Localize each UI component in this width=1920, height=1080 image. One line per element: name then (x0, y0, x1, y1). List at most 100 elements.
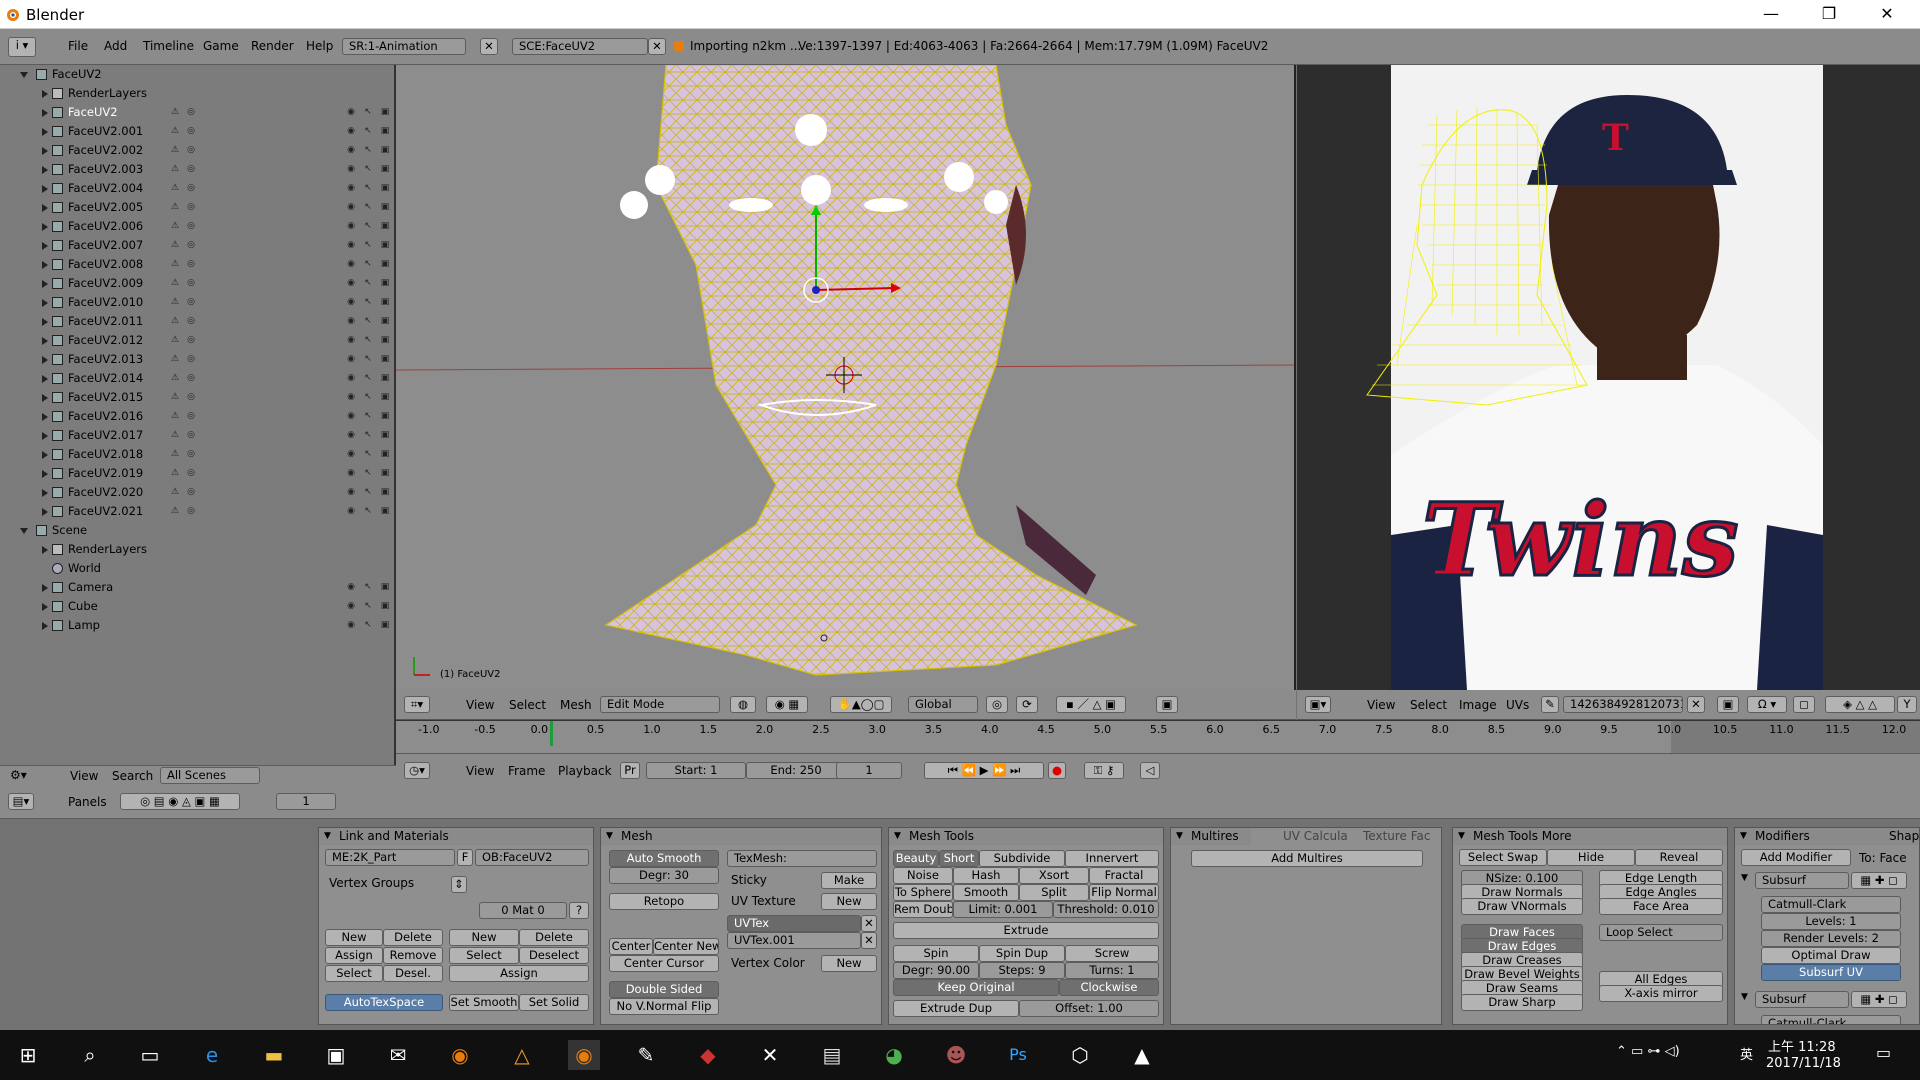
menu-file[interactable]: File (68, 39, 88, 53)
selectable-arrow-icon[interactable]: ↖ (363, 373, 373, 383)
modifier-icon[interactable]: ⚠ (170, 145, 180, 155)
store-icon[interactable]: ▣ (320, 1040, 352, 1070)
timeline-menu-view[interactable]: View (466, 764, 494, 778)
visibility-eye-icon[interactable]: ◉ (346, 240, 356, 250)
reveal-button[interactable]: Reveal (1635, 849, 1723, 866)
subdivide-button[interactable]: Subdivide (979, 850, 1065, 867)
image-close-icon[interactable]: ✕ (1687, 696, 1705, 713)
add-multires-button[interactable]: Add Multires (1191, 850, 1423, 867)
material-help-button[interactable]: ? (569, 902, 589, 919)
outliner-item-object[interactable]: FaceUV2.012 ⚠ ◎ ◉ ↖ ▣ (0, 331, 394, 350)
spin-dup-button[interactable]: Spin Dup (979, 945, 1065, 962)
material-select-button[interactable]: Select (449, 947, 519, 964)
uvtex-delete-icon[interactable]: ✕ (861, 915, 877, 932)
object-name-field[interactable]: OB:FaceUV2 (475, 849, 589, 866)
selectable-arrow-icon[interactable]: ↖ (363, 449, 373, 459)
renderable-icon[interactable]: ▣ (380, 487, 390, 497)
subsurf-uv-toggle[interactable]: Subsurf UV (1761, 964, 1901, 981)
extrude-offset-field[interactable]: Offset: 1.00 (1019, 1000, 1159, 1017)
outliner-item-object[interactable]: FaceUV2.004 ⚠ ◎ ◉ ↖ ▣ (0, 179, 394, 198)
buttons-panels-menu[interactable]: Panels (68, 795, 107, 809)
timeline-ruler[interactable]: -1.0 -0.5 0.0 0.5 1.0 1.5 2.0 2.5 3.0 3.5 4.0 4.5 5.… (396, 720, 1920, 754)
record-icon[interactable]: ● (1048, 762, 1066, 779)
visibility-eye-icon[interactable]: ◉ (346, 411, 356, 421)
modifier-icon[interactable]: ⚠ (170, 259, 180, 269)
menu-timeline[interactable]: Timeline (143, 39, 194, 53)
uvtex-layer-2[interactable]: UVTex.001 (727, 932, 861, 949)
mesh-datablock-field[interactable]: ME:2K_Part (325, 849, 455, 866)
proportional-edit-icon[interactable]: ◎ (986, 696, 1008, 713)
mesh-data-icon[interactable]: ◎ (186, 107, 196, 117)
outliner-item-object[interactable]: FaceUV2.007 ⚠ ◎ ◉ ↖ ▣ (0, 236, 394, 255)
start-icon[interactable]: ⊞ (12, 1040, 44, 1070)
visibility-eye-icon[interactable]: ◉ (346, 183, 356, 193)
visibility-eye-icon[interactable]: ◉ (346, 259, 356, 269)
renderable-icon[interactable]: ▣ (380, 582, 390, 592)
renderable-icon[interactable]: ▣ (380, 430, 390, 440)
visibility-eye-icon[interactable]: ◉ (346, 335, 356, 345)
selectable-arrow-icon[interactable]: ↖ (363, 259, 373, 269)
visibility-eye-icon[interactable]: ◉ (346, 620, 356, 630)
audio-icon[interactable]: ◁ (1140, 762, 1160, 779)
outliner-scene-filter[interactable]: All Scenes (160, 767, 260, 784)
info-editor-type-icon[interactable]: i ▾ (8, 37, 36, 57)
smooth-degree-field[interactable]: Degr: 30 (609, 867, 719, 884)
image-menu-view[interactable]: View (1367, 698, 1395, 712)
xaxis-mirror-toggle[interactable]: X-axis mirror (1599, 985, 1723, 1002)
image-editor-type-icon[interactable]: ▣▾ (1305, 696, 1331, 713)
add-modifier-button[interactable]: Add Modifier (1741, 849, 1851, 866)
visibility-eye-icon[interactable]: ◉ (346, 430, 356, 440)
image-menu-image[interactable]: Image (1459, 698, 1497, 712)
mesh-data-icon[interactable]: ◎ (186, 411, 196, 421)
optimal-draw-toggle[interactable]: Optimal Draw (1761, 947, 1901, 964)
outliner-item-object[interactable]: FaceUV2.002 ⚠ ◎ ◉ ↖ ▣ (0, 141, 394, 160)
set-solid-button[interactable]: Set Solid (519, 994, 589, 1011)
keep-original-toggle[interactable]: Keep Original (893, 979, 1059, 996)
image-menu-uvs[interactable]: UVs (1506, 698, 1529, 712)
preview-range-button[interactable]: Pr (620, 762, 640, 779)
modifier-icon[interactable]: ⚠ (170, 354, 180, 364)
outliner-item-object[interactable]: FaceUV2.018 ⚠ ◎ ◉ ↖ ▣ (0, 445, 394, 464)
snap-icon[interactable]: ⟳ (1016, 696, 1038, 713)
subsurf-name-2[interactable]: Subsurf (1755, 991, 1849, 1008)
notification-icon[interactable]: ▭ (1876, 1043, 1891, 1062)
autotexspace-toggle[interactable]: AutoTexSpace (325, 994, 443, 1011)
visibility-eye-icon[interactable]: ◉ (346, 506, 356, 516)
material-assign-button[interactable]: Assign (449, 965, 589, 982)
close-button[interactable]: ✕ (1858, 0, 1916, 29)
innervert-menu[interactable]: Innervert (1065, 850, 1159, 867)
selectable-arrow-icon[interactable]: ↖ (363, 506, 373, 516)
vertex-group-menu[interactable]: ⇕ (451, 876, 467, 893)
limit-field[interactable]: Limit: 0.001 (953, 901, 1053, 918)
selectable-arrow-icon[interactable]: ↖ (363, 335, 373, 345)
pin-icon[interactable]: ✎ (1541, 696, 1559, 713)
visibility-eye-icon[interactable]: ◉ (346, 468, 356, 478)
clock-date[interactable]: 2017/11/18 (1766, 1056, 1841, 1071)
outliner-item-object[interactable]: FaceUV2.013 ⚠ ◎ ◉ ↖ ▣ (0, 350, 394, 369)
vgroup-new-button[interactable]: New (325, 929, 383, 946)
visibility-eye-icon[interactable]: ◉ (346, 221, 356, 231)
visibility-eye-icon[interactable]: ◉ (346, 164, 356, 174)
orientation-selector[interactable]: Global (908, 696, 978, 713)
renderable-icon[interactable]: ▣ (380, 107, 390, 117)
current-frame-marker[interactable] (550, 721, 553, 746)
viewport-menu-mesh[interactable]: Mesh (560, 698, 592, 712)
image-pivot-icon[interactable]: Ω ▾ (1747, 696, 1787, 713)
outliner-item-object[interactable]: FaceUV2.016 ⚠ ◎ ◉ ↖ ▣ (0, 407, 394, 426)
extrude-button[interactable]: Extrude (893, 922, 1159, 939)
outliner-item-object[interactable]: FaceUV2 ⚠ ◎ ◉ ↖ ▣ (0, 103, 394, 122)
selectable-arrow-icon[interactable]: ↖ (363, 468, 373, 478)
subdivision-type-menu[interactable]: Catmull-Clark (1761, 896, 1901, 913)
outliner-item-object[interactable]: FaceUV2.009 ⚠ ◎ ◉ ↖ ▣ (0, 274, 394, 293)
remove-doubles-button[interactable]: Rem Doubl (893, 901, 953, 918)
threshold-field[interactable]: Threshold: 0.010 (1053, 901, 1159, 918)
selectable-arrow-icon[interactable]: ↖ (363, 107, 373, 117)
timeline-menu-frame[interactable]: Frame (508, 764, 545, 778)
renderable-icon[interactable]: ▣ (380, 392, 390, 402)
vgroup-delete-button[interactable]: Delete (383, 929, 443, 946)
modifier-icon[interactable]: ⚠ (170, 221, 180, 231)
vgroup-deselect-button[interactable]: Desel. (383, 965, 443, 982)
mesh-data-icon[interactable]: ◎ (186, 240, 196, 250)
selectable-arrow-icon[interactable]: ↖ (363, 240, 373, 250)
menu-game[interactable]: Game (203, 39, 239, 53)
